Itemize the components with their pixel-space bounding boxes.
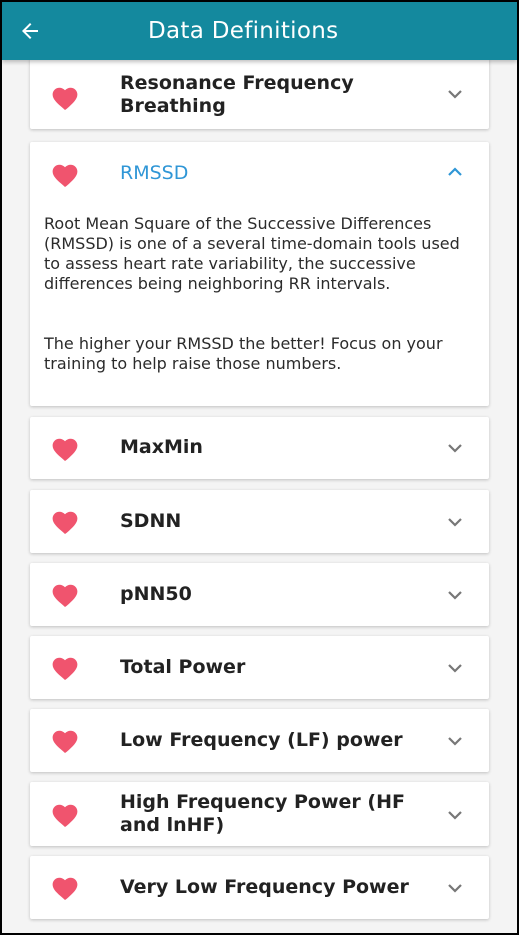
item-title: MaxMin [120,436,203,458]
heart-icon [52,730,78,753]
rmssd-tip: The higher your RMSSD the better! Focus … [44,334,443,373]
rmssd-description: Root Mean Square of the Successive Diffe… [44,214,460,293]
item-title: High Frequency Power (HF and lnHF) [120,791,405,836]
list-item-pnn50[interactable]: pNN50 [30,563,489,626]
list-item-total-power[interactable]: Total Power [30,636,489,699]
item-title: Resonance Frequency Breathing [120,72,354,117]
item-title: Total Power [120,656,246,678]
page-title: Data Definitions [148,18,339,44]
heart-icon [52,164,78,187]
chevron-up-icon [448,167,462,176]
list-item-very-low-frequency-power[interactable]: Very Low Frequency Power [30,856,489,919]
list-item-resonance-frequency-breathing[interactable]: Resonance Frequency Breathing [30,58,489,129]
heart-icon [52,804,78,827]
list-item-sdnn[interactable]: SDNN [30,490,489,553]
back-button[interactable] [2,2,58,60]
item-title: Low Frequency (LF) power [120,729,403,751]
chevron-down-icon [448,811,462,820]
chevron-down-icon [448,664,462,673]
app-bar: Data Definitions [2,2,517,60]
heart-icon [52,87,78,110]
chevron-down-icon [448,90,462,99]
rmssd-header[interactable]: RMSSD [30,142,489,206]
list-item-high-frequency-power[interactable]: High Frequency Power (HF and lnHF) [30,782,489,846]
item-title: SDNN [120,510,182,532]
list-item-maxmin[interactable]: MaxMin [30,417,489,479]
list-item-rmssd[interactable]: RMSSD Root Mean Square of the Successive… [30,142,489,406]
heart-icon [52,511,78,534]
chevron-down-icon [448,884,462,893]
app-screen: Data Definitions Resonance Frequency Bre… [0,0,519,935]
item-title: RMSSD [120,162,189,184]
chevron-down-icon [448,591,462,600]
definitions-list: Resonance Frequency Breathing RMSSD Root… [30,58,489,933]
chevron-down-icon [448,444,462,453]
heart-icon [52,584,78,607]
heart-icon [52,657,78,680]
arrow-left-icon [22,23,38,39]
chevron-down-icon [448,518,462,527]
list-item-low-frequency-power[interactable]: Low Frequency (LF) power [30,709,489,772]
chevron-down-icon [448,737,462,746]
heart-icon [52,877,78,900]
heart-icon [52,438,78,461]
item-title: pNN50 [120,583,192,605]
item-title: Very Low Frequency Power [120,876,409,898]
